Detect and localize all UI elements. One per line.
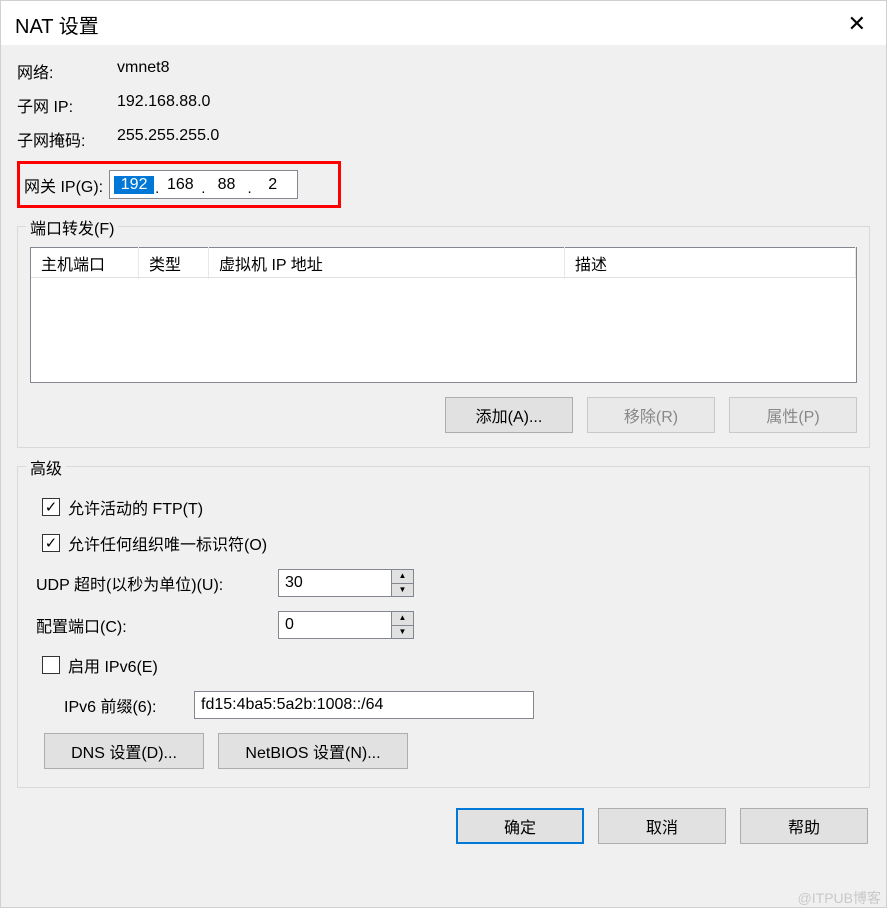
advanced-group: 高级 ✓ 允许活动的 FTP(T) ✓ 允许任何组织唯一标识符(O) UDP 超… (17, 466, 870, 788)
dialog-content: 网络: vmnet8 子网 IP: 192.168.88.0 子网掩码: 255… (1, 45, 886, 854)
ftp-checkbox-row[interactable]: ✓ 允许活动的 FTP(T) (42, 495, 845, 519)
gateway-ip-input[interactable]: . . . (109, 170, 298, 199)
subnet-mask-label: 子网掩码: (17, 127, 117, 151)
remove-button: 移除(R) (587, 397, 715, 433)
udp-timeout-input[interactable] (279, 570, 391, 596)
oui-label: 允许任何组织唯一标识符(O) (68, 531, 267, 555)
config-port-row: 配置端口(C): ▲ ▼ (36, 611, 857, 639)
netbios-settings-button[interactable]: NetBIOS 设置(N)... (218, 733, 408, 769)
ip-seg-4[interactable] (253, 176, 293, 194)
network-value: vmnet8 (117, 59, 169, 83)
table-header: 主机端口 类型 虚拟机 IP 地址 描述 (31, 248, 856, 278)
dialog-buttons: 确定 取消 帮助 (17, 808, 870, 844)
col-desc[interactable]: 描述 (565, 247, 856, 279)
ipv6-checkbox-row[interactable]: 启用 IPv6(E) (42, 653, 845, 677)
udp-timeout-row: UDP 超时(以秒为单位)(U): ▲ ▼ (36, 569, 857, 597)
config-port-input[interactable] (279, 612, 391, 638)
col-vm-ip[interactable]: 虚拟机 IP 地址 (209, 247, 565, 279)
advanced-title: 高级 (26, 455, 66, 479)
col-type[interactable]: 类型 (139, 247, 209, 279)
ip-seg-1[interactable] (114, 176, 154, 194)
subnet-mask-value: 255.255.255.0 (117, 127, 219, 151)
properties-button: 属性(P) (729, 397, 857, 433)
ip-seg-3[interactable] (206, 176, 246, 194)
ip-seg-2[interactable] (160, 176, 200, 194)
port-forward-table[interactable]: 主机端口 类型 虚拟机 IP 地址 描述 (30, 247, 857, 383)
subnet-ip-label: 子网 IP: (17, 93, 117, 117)
checkbox-checked-icon[interactable]: ✓ (42, 534, 60, 552)
checkbox-unchecked-icon[interactable] (42, 656, 60, 674)
advanced-buttons: DNS 设置(D)... NetBIOS 设置(N)... (44, 733, 857, 769)
ok-button[interactable]: 确定 (456, 808, 584, 844)
ipv6-prefix-label: IPv6 前缀(6): (64, 693, 184, 717)
oui-checkbox-row[interactable]: ✓ 允许任何组织唯一标识符(O) (42, 531, 845, 555)
config-port-spinner[interactable]: ▲ ▼ (278, 611, 414, 639)
dialog-title: NAT 设置 (15, 10, 99, 39)
ip-dot: . (154, 180, 160, 197)
udp-timeout-label: UDP 超时(以秒为单位)(U): (36, 571, 268, 595)
spinner-up-icon[interactable]: ▲ (392, 612, 413, 626)
close-icon[interactable]: ✕ (842, 9, 872, 39)
ipv6-prefix-input[interactable] (194, 691, 534, 719)
cancel-button[interactable]: 取消 (598, 808, 726, 844)
config-port-label: 配置端口(C): (36, 613, 268, 637)
help-button[interactable]: 帮助 (740, 808, 868, 844)
spinner-down-icon[interactable]: ▼ (392, 626, 413, 639)
port-forward-group: 端口转发(F) 主机端口 类型 虚拟机 IP 地址 描述 添加(A)... 移除… (17, 226, 870, 448)
watermark: @ITPUB博客 (798, 888, 881, 908)
dns-settings-button[interactable]: DNS 设置(D)... (44, 733, 204, 769)
subnet-mask-row: 子网掩码: 255.255.255.0 (17, 127, 870, 151)
ipv6-enable-label: 启用 IPv6(E) (68, 653, 158, 677)
subnet-ip-row: 子网 IP: 192.168.88.0 (17, 93, 870, 117)
subnet-ip-value: 192.168.88.0 (117, 93, 210, 117)
gateway-label: 网关 IP(G): (24, 173, 103, 197)
port-forward-title: 端口转发(F) (26, 215, 118, 239)
ip-dot: . (246, 180, 252, 197)
checkbox-checked-icon[interactable]: ✓ (42, 498, 60, 516)
network-row: 网络: vmnet8 (17, 59, 870, 83)
add-button[interactable]: 添加(A)... (445, 397, 573, 433)
col-host-port[interactable]: 主机端口 (31, 247, 139, 279)
ipv6-prefix-row: IPv6 前缀(6): (64, 691, 857, 719)
spinner-down-icon[interactable]: ▼ (392, 584, 413, 597)
gateway-row: 网关 IP(G): . . . (17, 161, 341, 208)
nat-settings-dialog: NAT 设置 ✕ 网络: vmnet8 子网 IP: 192.168.88.0 … (0, 0, 887, 908)
network-label: 网络: (17, 59, 117, 83)
ftp-label: 允许活动的 FTP(T) (68, 495, 203, 519)
ip-dot: . (200, 180, 206, 197)
udp-timeout-spinner[interactable]: ▲ ▼ (278, 569, 414, 597)
spinner-up-icon[interactable]: ▲ (392, 570, 413, 584)
port-forward-buttons: 添加(A)... 移除(R) 属性(P) (30, 397, 857, 433)
titlebar: NAT 设置 ✕ (1, 1, 886, 45)
